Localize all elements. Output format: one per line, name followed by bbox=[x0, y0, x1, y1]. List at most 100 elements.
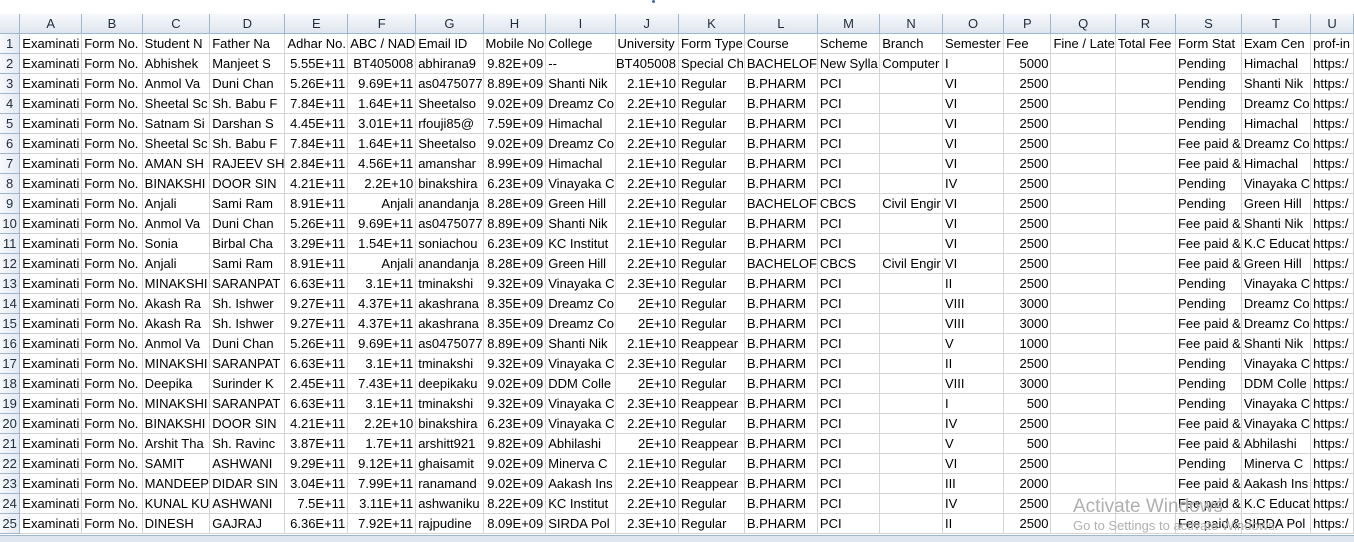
cell[interactable] bbox=[879, 213, 943, 234]
cell[interactable]: Regular bbox=[678, 233, 745, 254]
cell[interactable] bbox=[879, 333, 943, 354]
column-header-c[interactable]: C bbox=[142, 14, 211, 34]
cell[interactable]: 4.21E+11 bbox=[284, 413, 349, 434]
cell[interactable] bbox=[1115, 453, 1176, 474]
cell[interactable]: Anmol Va bbox=[142, 73, 211, 94]
cell[interactable]: Fee paid & bbox=[1175, 213, 1242, 234]
cell[interactable] bbox=[1115, 393, 1176, 414]
cell[interactable]: tminakshi bbox=[415, 393, 484, 414]
cell[interactable]: Sami Ram bbox=[209, 253, 286, 274]
cell[interactable]: Vinayaka C bbox=[1241, 273, 1312, 294]
cell[interactable] bbox=[1115, 353, 1176, 374]
cell[interactable]: PCI bbox=[817, 153, 881, 174]
row-header[interactable]: 1 bbox=[0, 33, 21, 54]
cell[interactable]: 7.59E+09 bbox=[483, 113, 547, 134]
cell[interactable]: Dreamz Co bbox=[1241, 313, 1312, 334]
cell[interactable] bbox=[1115, 313, 1176, 334]
cell[interactable]: PCI bbox=[817, 233, 881, 254]
cell[interactable]: 9.32E+09 bbox=[483, 273, 547, 294]
cell[interactable] bbox=[1115, 413, 1176, 434]
cell[interactable]: VI bbox=[942, 133, 1005, 154]
cell[interactable]: -- bbox=[545, 53, 616, 74]
cell[interactable]: https:/ bbox=[1310, 293, 1354, 314]
column-header-f[interactable]: F bbox=[347, 14, 417, 34]
cell[interactable]: BINAKSHI bbox=[142, 413, 211, 434]
cell[interactable]: 6.63E+11 bbox=[284, 273, 349, 294]
cell[interactable]: 2.2E+10 bbox=[615, 493, 679, 514]
cell[interactable]: Anmol Va bbox=[142, 333, 211, 354]
row-header[interactable]: 22 bbox=[0, 453, 21, 474]
cell[interactable] bbox=[1115, 173, 1176, 194]
cell[interactable]: Regular bbox=[678, 493, 745, 514]
cell[interactable]: Examinati bbox=[19, 333, 83, 354]
cell[interactable]: 2500 bbox=[1003, 253, 1052, 274]
cell[interactable] bbox=[1050, 413, 1116, 434]
column-header-t[interactable]: T bbox=[1241, 14, 1312, 34]
column-header-e[interactable]: E bbox=[284, 14, 349, 34]
cell[interactable]: KUNAL KU bbox=[142, 493, 211, 514]
cell[interactable] bbox=[1050, 293, 1116, 314]
cell[interactable]: 2500 bbox=[1003, 233, 1052, 254]
cell[interactable]: 2.3E+10 bbox=[615, 273, 679, 294]
cell[interactable]: VI bbox=[942, 453, 1005, 474]
cell[interactable] bbox=[1050, 313, 1116, 334]
cell[interactable]: Vinayaka C bbox=[545, 413, 616, 434]
cell[interactable]: abhirana9 bbox=[415, 53, 484, 74]
cell[interactable] bbox=[1115, 213, 1176, 234]
cell[interactable]: I bbox=[942, 53, 1005, 74]
cell[interactable]: Form No. bbox=[81, 293, 143, 314]
cell[interactable]: Green Hill bbox=[545, 193, 616, 214]
row-header[interactable]: 3 bbox=[0, 73, 21, 94]
cell[interactable]: 6.36E+11 bbox=[284, 513, 349, 534]
cell[interactable]: 9.27E+11 bbox=[284, 313, 349, 334]
cell[interactable]: https:/ bbox=[1310, 473, 1354, 494]
cell[interactable]: 6.23E+09 bbox=[483, 173, 547, 194]
cell[interactable]: Examinati bbox=[19, 453, 83, 474]
cell[interactable]: Examinati bbox=[19, 513, 83, 534]
cell[interactable]: 2.1E+10 bbox=[615, 73, 679, 94]
cell[interactable]: B.PHARM bbox=[744, 413, 818, 434]
cell[interactable]: 2500 bbox=[1003, 413, 1052, 434]
cell[interactable] bbox=[1115, 133, 1176, 154]
cell[interactable]: Regular bbox=[678, 253, 745, 274]
cell[interactable]: 2500 bbox=[1003, 153, 1052, 174]
cell[interactable]: PCI bbox=[817, 213, 881, 234]
cell[interactable]: B.PHARM bbox=[744, 333, 818, 354]
cell[interactable]: 1000 bbox=[1003, 333, 1052, 354]
cell[interactable]: B.PHARM bbox=[744, 393, 818, 414]
cell[interactable]: https:/ bbox=[1310, 233, 1354, 254]
cell[interactable]: Regular bbox=[678, 453, 745, 474]
cell[interactable]: Satnam Si bbox=[142, 113, 211, 134]
cell[interactable]: 8.28E+09 bbox=[483, 193, 547, 214]
cell[interactable]: arshitt921 bbox=[415, 433, 484, 454]
cell[interactable]: 7.43E+11 bbox=[347, 373, 417, 394]
cell[interactable]: Form No. bbox=[81, 213, 143, 234]
row-header[interactable]: 6 bbox=[0, 133, 21, 154]
cell[interactable]: PCI bbox=[817, 393, 881, 414]
cell[interactable]: 3.1E+11 bbox=[347, 273, 417, 294]
cell[interactable] bbox=[1050, 373, 1116, 394]
cell[interactable]: BACHELOF bbox=[744, 53, 818, 74]
cell[interactable]: PCI bbox=[817, 353, 881, 374]
cell[interactable]: Form No. bbox=[81, 433, 143, 454]
cell[interactable]: 2000 bbox=[1003, 473, 1052, 494]
cell[interactable]: PCI bbox=[817, 453, 881, 474]
cell[interactable]: 5.26E+11 bbox=[284, 73, 349, 94]
cell[interactable]: PCI bbox=[817, 513, 881, 534]
cell[interactable]: 2.1E+10 bbox=[615, 333, 679, 354]
cell[interactable]: BT405008 bbox=[615, 53, 679, 74]
cell[interactable]: Himachal bbox=[1241, 53, 1312, 74]
cell[interactable]: BACHELOF bbox=[744, 193, 818, 214]
cell[interactable]: tminakshi bbox=[415, 273, 484, 294]
cell[interactable]: 3000 bbox=[1003, 313, 1052, 334]
cell[interactable]: Examinati bbox=[19, 473, 83, 494]
cell[interactable]: Examinati bbox=[19, 193, 83, 214]
cell[interactable]: Form No. bbox=[81, 373, 143, 394]
cell[interactable]: Vinayaka C bbox=[545, 273, 616, 294]
cell[interactable]: Form No. bbox=[81, 233, 143, 254]
cell[interactable]: 3.87E+11 bbox=[284, 433, 349, 454]
cell[interactable]: https:/ bbox=[1310, 173, 1354, 194]
cell[interactable]: 2500 bbox=[1003, 353, 1052, 374]
cell[interactable] bbox=[879, 73, 943, 94]
column-header-u[interactable]: U bbox=[1310, 14, 1354, 34]
